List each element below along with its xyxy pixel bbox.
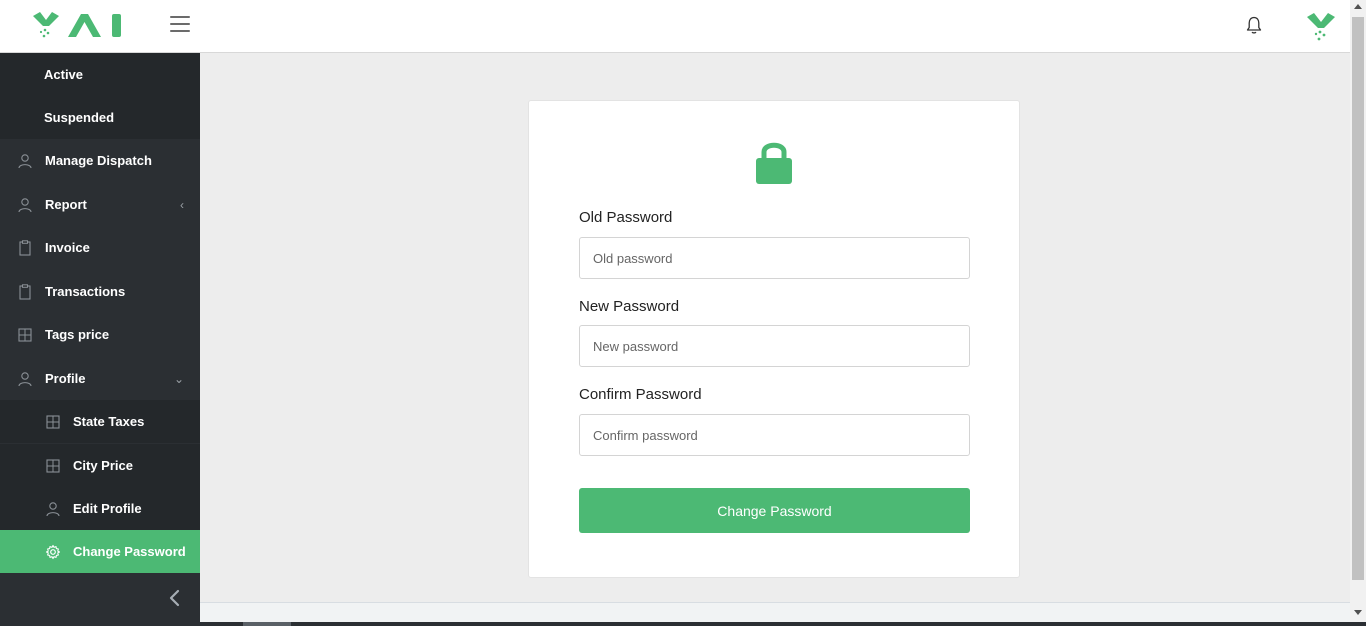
avatar-logo[interactable] (1305, 12, 1337, 42)
user-icon (17, 153, 33, 169)
sidebar-item-label: City Price (73, 458, 133, 473)
confirm-password-input[interactable] (579, 414, 970, 456)
sidebar-item-profile[interactable]: Profile ⌄ (0, 357, 200, 400)
logo[interactable] (32, 12, 124, 40)
sidebar-item-tags-price[interactable]: Tags price (0, 313, 200, 356)
page-scrollbar[interactable] (1350, 0, 1366, 622)
confirm-password-label: Confirm Password (579, 386, 702, 403)
chevron-down-icon: ⌄ (173, 371, 184, 386)
sidebar-item-label: State Taxes (73, 414, 145, 429)
bottom-bar (0, 622, 1366, 626)
sidebar-item-state-taxes[interactable]: State Taxes (0, 400, 200, 443)
change-password-button[interactable]: Change Password (579, 488, 970, 533)
user-icon (45, 501, 61, 517)
sidebar-item-report[interactable]: Report ‹ (0, 183, 200, 226)
sidebar-item-manage-dispatch[interactable]: Manage Dispatch (0, 139, 200, 182)
sidebar-item-label: Report (45, 197, 87, 212)
hamburger-icon[interactable] (170, 16, 190, 34)
sidebar-item-label: Suspended (44, 110, 115, 125)
scroll-down-icon[interactable] (1354, 610, 1362, 615)
sidebar-item-label: Manage Dispatch (45, 153, 152, 168)
lock-icon (755, 139, 793, 185)
calculator-icon (45, 414, 61, 430)
sidebar-item-label: Change Password (73, 544, 186, 559)
user-icon (17, 197, 33, 213)
chevron-left-icon[interactable] (165, 588, 185, 608)
sidebar-item-label: Profile (45, 371, 86, 386)
old-password-input[interactable] (579, 237, 970, 279)
scroll-up-icon[interactable] (1354, 4, 1362, 9)
sidebar-item-transactions[interactable]: Transactions (0, 270, 200, 313)
user-icon (17, 371, 33, 387)
top-header (0, 0, 1350, 53)
sidebar-item-change-password[interactable]: Change Password (0, 530, 200, 573)
sidebar-item-label: Active (44, 67, 84, 82)
calculator-icon (45, 458, 61, 474)
sidebar-item-label: Transactions (45, 284, 126, 299)
document-icon (17, 239, 33, 256)
scroll-thumb[interactable] (1352, 17, 1364, 580)
gear-icon (45, 544, 61, 560)
new-password-label: New Password (579, 298, 680, 315)
document-icon (17, 283, 33, 300)
sidebar-item-invoice[interactable]: Invoice (0, 226, 200, 269)
footer (200, 602, 1350, 623)
sidebar-item-city-price[interactable]: City Price (0, 444, 200, 487)
sidebar-item-label: Edit Profile (73, 501, 142, 516)
old-password-label: Old Password (579, 209, 673, 226)
sidebar-item-active[interactable]: Active (0, 53, 200, 96)
sidebar: Active Suspended Manage Dispatch Report … (0, 53, 200, 623)
calculator-icon (17, 327, 33, 343)
change-password-card: Old Password New Password Confirm Passwo… (528, 100, 1020, 578)
chevron-left-icon: ‹ (180, 197, 184, 212)
sidebar-item-label: Invoice (45, 240, 90, 255)
bell-icon[interactable] (1245, 15, 1263, 35)
sidebar-item-suspended[interactable]: Suspended (0, 96, 200, 139)
new-password-input[interactable] (579, 325, 970, 367)
sidebar-item-edit-profile[interactable]: Edit Profile (0, 487, 200, 530)
sidebar-item-label: Tags price (45, 327, 110, 342)
